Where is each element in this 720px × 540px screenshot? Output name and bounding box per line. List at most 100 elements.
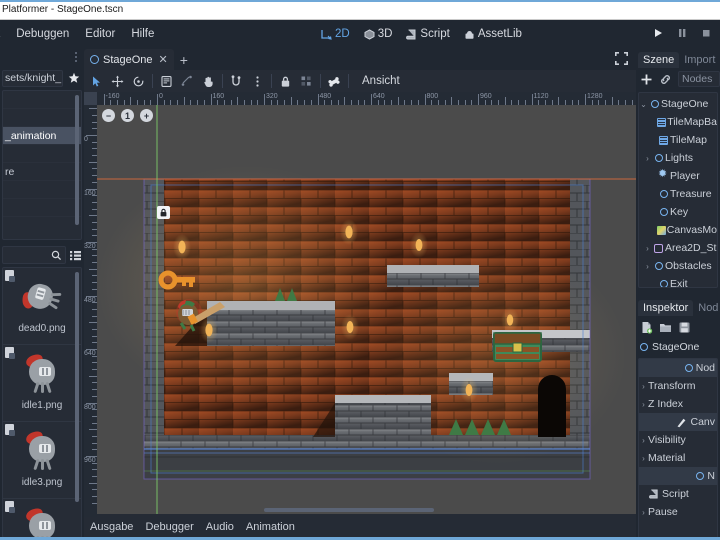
zoom-reset-button[interactable]: 1 (121, 109, 134, 122)
inspector-property-list[interactable]: Nod › Transform › Z Index Canv › Visibil… (638, 358, 718, 540)
filesystem-path-input[interactable]: sets/knight_ (2, 69, 63, 87)
stop-icon[interactable] (700, 27, 714, 41)
list-view-icon[interactable] (69, 249, 82, 262)
chevron-right-icon[interactable]: › (639, 454, 648, 463)
sidebar-item-player[interactable]: Player (639, 167, 717, 185)
sidebar-item-tilemapba[interactable]: TileMapBa (639, 113, 717, 131)
fs-tree-row[interactable] (3, 91, 81, 109)
tab-audio[interactable]: Audio (206, 521, 234, 533)
plus-icon[interactable] (640, 73, 653, 86)
canvas-horizontal-scrollbar[interactable] (264, 508, 434, 512)
new-file-icon[interactable] (640, 321, 653, 334)
save-icon[interactable] (678, 321, 691, 334)
menu-editor[interactable]: Editor (77, 25, 123, 43)
move-icon[interactable] (107, 71, 128, 91)
menu-projekt[interactable]: t (0, 25, 8, 43)
menu-hilfe[interactable]: Hilfe (123, 25, 162, 43)
fs-tree-row[interactable]: re (3, 163, 81, 181)
sidebar-item-tilemap[interactable]: TileMap (639, 131, 717, 149)
list-item[interactable] (3, 499, 81, 537)
tab-ausgabe[interactable]: Ausgabe (90, 521, 133, 533)
mode-assetlib-button[interactable]: AssetLib (458, 25, 528, 43)
sidebar-item-area2d[interactable]: › Area2D_St (639, 239, 717, 257)
list-item[interactable]: idle1.png (3, 345, 81, 422)
property-category-node[interactable]: N (639, 467, 717, 485)
lock-icon[interactable] (275, 71, 296, 91)
star-icon[interactable] (66, 70, 82, 86)
node-filter-input[interactable]: Nodes (678, 71, 720, 87)
sidebar-item-lights[interactable]: › Lights (639, 149, 717, 167)
filesystem-search-input[interactable] (2, 246, 66, 264)
property-label: Nod (695, 362, 715, 374)
filesystem-tree-scrollbar[interactable] (75, 95, 79, 225)
list-icon[interactable] (156, 71, 177, 91)
tab-animation[interactable]: Animation (246, 521, 295, 533)
rotate-icon[interactable] (128, 71, 149, 91)
sidebar-item-canvasmodulate[interactable]: CanvasMo (639, 221, 717, 239)
ruler-icon[interactable] (177, 71, 198, 91)
folder-icon[interactable] (659, 321, 672, 334)
bone-icon[interactable] (324, 71, 345, 91)
chevron-right-icon[interactable]: › (643, 154, 652, 163)
snap-icon[interactable] (226, 71, 247, 91)
property-group-transform[interactable]: › Transform (639, 377, 717, 395)
hand-icon[interactable] (198, 71, 219, 91)
fs-tree-row[interactable] (3, 145, 81, 163)
filesystem-list-scrollbar[interactable] (75, 272, 79, 502)
cursor-icon[interactable] (86, 71, 107, 91)
fs-tree-row[interactable] (3, 199, 81, 217)
sidebar-item-key[interactable]: Key (639, 203, 717, 221)
filesystem-file-list[interactable]: dead0.png idle1.png idle3.png (2, 267, 82, 538)
chevron-right-icon[interactable]: › (639, 400, 648, 409)
chevron-right-icon[interactable]: › (639, 436, 648, 445)
tab-inspektor[interactable]: Inspektor (638, 300, 694, 316)
property-category-node2d[interactable]: Nod (639, 359, 717, 377)
chevron-down-icon[interactable]: ⌄ (639, 100, 648, 109)
pause-icon[interactable] (676, 27, 690, 41)
view-menu-button[interactable]: Ansicht (352, 75, 400, 87)
property-group-material[interactable]: › Material (639, 449, 717, 467)
play-icon[interactable] (652, 27, 666, 41)
tab-debugger[interactable]: Debugger (145, 521, 193, 533)
mode-script-button[interactable]: Script (400, 25, 455, 43)
sidebar-item-treasure[interactable]: Treasure (639, 185, 717, 203)
filesystem-tree[interactable]: _animation re (2, 90, 82, 240)
zoom-in-button[interactable]: + (140, 109, 153, 122)
add-tab-button[interactable]: + (174, 50, 194, 70)
list-item[interactable]: idle3.png (3, 422, 81, 499)
chevron-right-icon[interactable]: › (639, 508, 648, 517)
property-category-canvasitem[interactable]: Canv (639, 413, 717, 431)
fs-tree-row[interactable] (3, 109, 81, 127)
chevron-right-icon[interactable]: › (639, 382, 648, 391)
property-group-pause[interactable]: › Pause (639, 503, 717, 521)
tab-import[interactable]: Import (679, 52, 720, 68)
mode-3d-button[interactable]: 3D (358, 25, 399, 43)
sidebar-item-exit[interactable]: Exit (639, 275, 717, 287)
sidebar-item-obstacles[interactable]: › Obstacles (639, 257, 717, 275)
tab-node[interactable]: Nod (693, 300, 720, 316)
scene-tree[interactable]: ⌄ StageOne TileMapBa TileMap › Lights ✹ … (638, 92, 718, 288)
fs-tree-row-selected[interactable]: _animation (3, 127, 81, 145)
tab-szene[interactable]: Szene (638, 52, 680, 68)
fullscreen-icon[interactable] (614, 51, 630, 67)
vertical-ruler[interactable]: -1600160320480640800960 (84, 92, 97, 517)
mode-2d-button[interactable]: 2D (315, 25, 356, 43)
property-group-visibility[interactable]: › Visibility (639, 431, 717, 449)
link-icon[interactable] (659, 73, 672, 86)
close-icon[interactable]: ✕ (159, 53, 168, 66)
property-group-zindex[interactable]: › Z Index (639, 395, 717, 413)
menu-debuggen[interactable]: Debuggen (8, 25, 77, 43)
property-script[interactable]: Script (639, 485, 717, 503)
zoom-out-button[interactable]: − (102, 109, 115, 122)
chevron-right-icon[interactable]: › (643, 262, 652, 271)
canvas-2d-viewport[interactable] (97, 105, 636, 517)
dock-drag-handle[interactable] (72, 50, 80, 64)
chevron-right-icon[interactable]: › (643, 244, 652, 253)
tab-stageone[interactable]: StageOne ✕ (84, 49, 174, 70)
sidebar-item-stageone[interactable]: ⌄ StageOne (639, 95, 717, 113)
group-icon[interactable] (296, 71, 317, 91)
horizontal-ruler[interactable]: -1600160320480640800960112012801440 (84, 92, 636, 105)
fs-tree-row[interactable] (3, 181, 81, 199)
list-item[interactable]: dead0.png (3, 268, 81, 345)
kebab-icon[interactable] (247, 71, 268, 91)
